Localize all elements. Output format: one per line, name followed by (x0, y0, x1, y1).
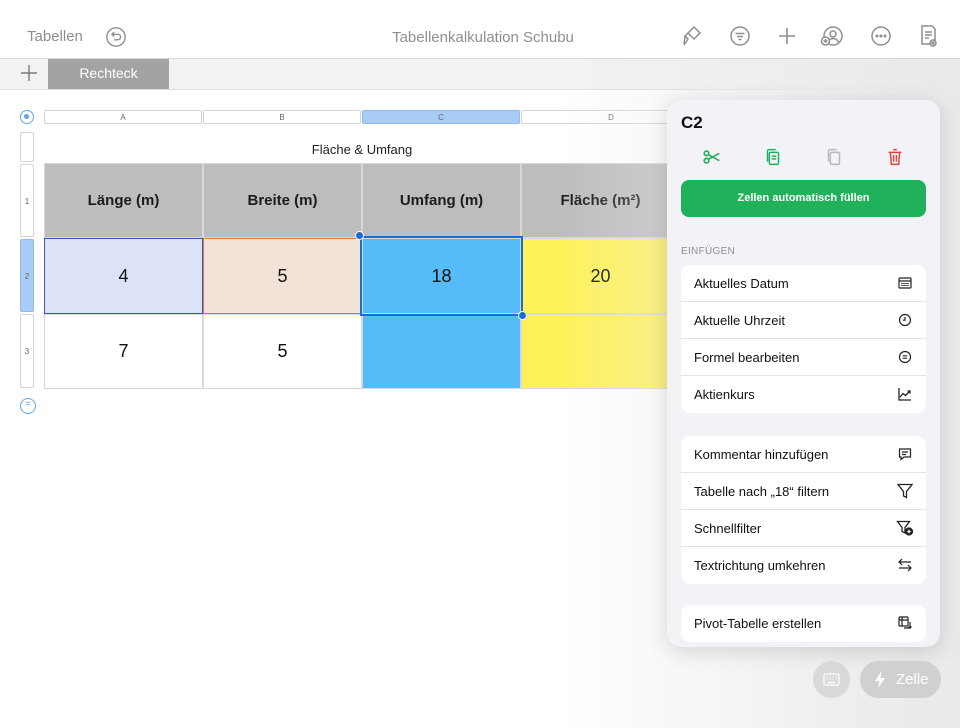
menu-item-current-time[interactable]: Aktuelle Uhrzeit (681, 302, 926, 339)
menu-item-label: Aktienkurs (694, 387, 755, 402)
header-cell-breite[interactable]: Breite (m) (203, 163, 362, 238)
row-header-title (20, 132, 34, 162)
header-cell-laenge[interactable]: Länge (m) (44, 163, 203, 238)
lightning-icon (875, 671, 885, 688)
menu-item-label: Pivot-Tabelle erstellen (694, 616, 822, 631)
menu-item-label: Kommentar hinzufügen (694, 447, 829, 462)
cell-a2[interactable]: 4 (44, 238, 203, 314)
format-brush-icon[interactable] (680, 24, 704, 48)
menu-item-edit-formula[interactable]: Formel bearbeiten (681, 339, 926, 376)
insert-section-label: EINFÜGEN (681, 246, 736, 257)
pivot-table-icon (896, 614, 914, 632)
menu-item-reverse-text-direction[interactable]: Textrichtung umkehren (681, 547, 926, 584)
menu-item-current-date[interactable]: Aktuelles Datum (681, 265, 926, 302)
toolbar: Tabellen Tabellenkalkulation Schubu (0, 0, 960, 59)
add-sheet-icon[interactable] (19, 63, 39, 83)
row-header-3[interactable]: 3 (20, 314, 34, 388)
selection-border (360, 236, 523, 316)
keyboard-icon (823, 673, 840, 686)
column-header-b[interactable]: B (203, 110, 361, 124)
document-title: Tabellenkalkulation Schubu (392, 29, 574, 46)
cut-icon[interactable] (701, 146, 723, 168)
menu-item-label: Aktuelles Datum (694, 276, 789, 291)
cell-d2[interactable]: 20 (521, 238, 680, 314)
cell-button-label: Zelle (896, 671, 929, 688)
row-header-2[interactable]: 2 (20, 239, 34, 312)
cell-b2[interactable]: 5 (203, 238, 362, 314)
menu-item-label: Textrichtung umkehren (694, 558, 826, 573)
cell-c3[interactable] (362, 314, 521, 389)
table-title[interactable]: Fläche & Umfang (44, 142, 680, 157)
organize-icon[interactable] (728, 24, 752, 48)
header-cell-umfang[interactable]: Umfang (m) (362, 163, 521, 238)
sheet-tab-rechteck[interactable]: Rechteck (48, 59, 169, 89)
copy-icon[interactable] (762, 146, 784, 168)
add-icon[interactable] (775, 24, 799, 48)
stock-chart-icon (896, 385, 914, 403)
menu-item-add-comment[interactable]: Kommentar hinzufügen (681, 436, 926, 473)
menu-item-label: Schnellfilter (694, 521, 762, 536)
insert-group: Aktuelles Datum Aktuelle Uhrzeit Formel … (681, 265, 926, 413)
row-header-1[interactable]: 1 (20, 164, 34, 237)
menu-item-filter-table[interactable]: Tabelle nach „18“ filtern (681, 473, 926, 510)
menu-item-create-pivot-table[interactable]: Pivot-Tabelle erstellen (681, 605, 926, 642)
cell-reference: C2 (681, 113, 703, 132)
selection-handle-top-left[interactable] (355, 231, 364, 240)
cell-a3[interactable]: 7 (44, 314, 203, 389)
cell-b3[interactable]: 5 (203, 314, 362, 389)
delete-icon[interactable] (884, 146, 906, 168)
reading-view-icon[interactable] (916, 24, 940, 48)
header-cell-flaeche[interactable]: Fläche (m²) (521, 163, 680, 238)
autofill-cells-button[interactable]: Zellen automatisch füllen (681, 180, 926, 217)
menu-item-label: Aktuelle Uhrzeit (694, 313, 786, 328)
filter-icon (896, 482, 914, 500)
paste-icon (823, 146, 845, 168)
menu-item-label: Tabelle nach „18“ filtern (694, 484, 830, 499)
more-icon[interactable] (869, 24, 893, 48)
formula-icon (896, 348, 914, 366)
menu-item-quick-filter[interactable]: Schnellfilter (681, 510, 926, 547)
selection-handle-bottom-right[interactable] (518, 311, 527, 320)
cell-format-button[interactable]: Zelle (860, 661, 941, 698)
table-select-handle[interactable] (20, 110, 34, 124)
menu-item-stock-quote[interactable]: Aktienkurs (681, 376, 926, 413)
cell-actions-popover: C2 Zellen automatisch füllen EINFÜGEN Ak… (667, 100, 940, 647)
cell-d3[interactable] (521, 314, 680, 389)
keyboard-button[interactable] (813, 661, 850, 698)
quick-filter-icon (896, 519, 914, 537)
sheet-tab-bar: Rechteck (0, 59, 940, 90)
actions-group: Kommentar hinzufügen Tabelle nach „18“ f… (681, 436, 926, 584)
calendar-icon (896, 274, 914, 292)
column-header-a[interactable]: A (44, 110, 202, 124)
menu-item-label: Formel bearbeiten (694, 350, 800, 365)
text-direction-icon (896, 556, 914, 574)
pivot-group: Pivot-Tabelle erstellen (681, 605, 926, 642)
add-row-icon[interactable]: = (20, 398, 36, 414)
column-header-c[interactable]: C (362, 110, 520, 124)
collaborate-icon[interactable] (820, 24, 844, 48)
clock-icon (896, 311, 914, 329)
comment-icon (896, 445, 914, 463)
